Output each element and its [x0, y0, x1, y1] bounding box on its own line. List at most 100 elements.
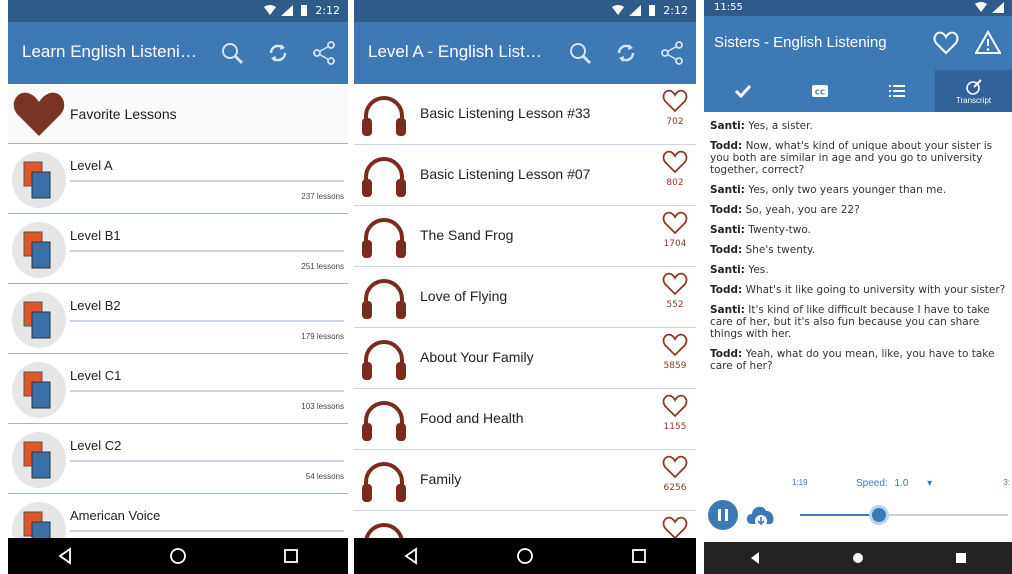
lesson-count: 179 lessons: [301, 332, 344, 341]
lesson-title: Basic Listening Lesson #33: [420, 105, 591, 121]
level-list: Favorite Lessons Level A 237 lessons Lev…: [8, 84, 348, 538]
sync-button[interactable]: [608, 36, 644, 70]
level-label: Level A: [70, 158, 113, 173]
level-item[interactable]: Level C1 103 lessons: [8, 354, 348, 424]
system-nav-bar: [704, 542, 1012, 574]
tab-transcript[interactable]: Transcript: [935, 70, 1012, 112]
pause-icon: [718, 509, 728, 521]
favorite-count: 6256: [663, 483, 687, 493]
books-icon: [12, 292, 66, 348]
level-item[interactable]: Level C2 54 lessons: [8, 424, 348, 494]
share-button[interactable]: [306, 36, 342, 70]
tab-captions[interactable]: CC: [781, 70, 858, 112]
tab-list[interactable]: [858, 70, 935, 112]
search-button[interactable]: [562, 36, 598, 70]
back-icon[interactable]: [402, 547, 420, 565]
lesson-item[interactable]: Family 6256: [354, 450, 696, 511]
transcript-line: Santi: Twenty-two.: [710, 224, 1006, 236]
favorite-count: 5859: [663, 361, 687, 371]
speaker-name: Santi:: [710, 264, 745, 276]
page-title: Sisters - English Listening: [714, 34, 887, 51]
level-item[interactable]: Level A 237 lessons: [8, 144, 348, 214]
transcript-line: Santi: Yes.: [710, 264, 1006, 276]
pause-button[interactable]: [708, 500, 738, 530]
speed-label: Speed:: [856, 478, 888, 489]
share-icon: [313, 41, 335, 65]
lesson-item[interactable]: About Your Family 5859: [354, 328, 696, 389]
sync-icon: [617, 44, 635, 62]
battery-icon: [301, 5, 308, 16]
seek-handle[interactable]: [869, 505, 890, 525]
speaker-name: Santi:: [710, 120, 745, 132]
home-icon[interactable]: [516, 547, 534, 565]
lesson-item[interactable]: Love of Flying 552: [354, 267, 696, 328]
favorite-toggle[interactable]: 802: [660, 149, 690, 188]
favorite-lessons-item[interactable]: Favorite Lessons: [8, 84, 348, 144]
recents-icon[interactable]: [282, 547, 300, 565]
app-bar: Level A - English List…: [354, 22, 696, 84]
speaker-name: Todd:: [710, 348, 743, 360]
lesson-count: 103 lessons: [301, 402, 344, 411]
favorite-toggle[interactable]: [660, 515, 690, 538]
heart-outline-icon: [662, 272, 688, 301]
headphones-icon: [358, 517, 410, 538]
level-item[interactable]: American Voice: [8, 494, 348, 538]
lesson-item[interactable]: Basic Listening Lesson #33 702: [354, 84, 696, 145]
favorite-toggle[interactable]: 1155: [660, 393, 690, 432]
lesson-item[interactable]: Food and Health 1155: [354, 389, 696, 450]
sync-button[interactable]: [260, 36, 296, 70]
dialogue-text: Yes, a sister.: [748, 120, 813, 132]
tab-check[interactable]: [704, 70, 781, 112]
dialogue-text: Yes, only two years younger than me.: [748, 184, 947, 196]
level-item[interactable]: Level B1 251 lessons: [8, 214, 348, 284]
dialogue-text: It's kind of like difficult because I ha…: [710, 304, 990, 340]
cloud-download-icon[interactable]: [744, 500, 778, 528]
level-label: Level B2: [70, 298, 121, 313]
heart-outline-icon: [933, 31, 959, 55]
favorite-toggle[interactable]: 552: [660, 271, 690, 310]
wifi-icon: [264, 5, 277, 15]
app-bar: Learn English Listeni…: [8, 22, 348, 84]
heart-outline-icon: [662, 150, 688, 179]
heart-outline-icon: [662, 516, 688, 538]
report-button[interactable]: [970, 26, 1006, 60]
dropdown-arrow-icon: ▾: [927, 478, 933, 489]
favorite-button[interactable]: [928, 26, 964, 60]
total-time: 3:: [1003, 478, 1010, 487]
lesson-item[interactable]: Basic Listening Lesson #07 802: [354, 145, 696, 206]
lesson-title: About Your Family: [420, 349, 534, 365]
favorite-toggle[interactable]: 1704: [660, 210, 690, 249]
back-icon[interactable]: [746, 549, 764, 567]
search-button[interactable]: [214, 36, 250, 70]
lesson-item[interactable]: The Sand Frog 1704: [354, 206, 696, 267]
home-icon[interactable]: [169, 547, 187, 565]
transcript-line: Santi: Yes, only two years younger than …: [710, 184, 1006, 196]
speaker-name: Santi:: [710, 304, 745, 316]
seek-bar[interactable]: [800, 505, 1008, 525]
transcript-line: Santi: It's kind of like difficult becau…: [710, 304, 1006, 340]
lesson-title: The Sand Frog: [420, 227, 514, 243]
heart-outline-icon: [662, 211, 688, 240]
lesson-item[interactable]: [354, 511, 696, 538]
level-item[interactable]: Level B2 179 lessons: [8, 284, 348, 354]
recents-icon[interactable]: [952, 549, 970, 567]
dialogue-text: Twenty-two.: [748, 224, 811, 236]
share-button[interactable]: [654, 36, 690, 70]
favorite-toggle[interactable]: 6256: [660, 454, 690, 493]
recents-icon[interactable]: [630, 547, 648, 565]
transcript-line: Todd: What's it like going to university…: [710, 284, 1006, 296]
lesson-title: Family: [420, 471, 462, 487]
home-icon[interactable]: [849, 549, 867, 567]
back-icon[interactable]: [56, 547, 74, 565]
page-title: Learn English Listeni…: [22, 42, 197, 61]
heart-outline-icon: [662, 89, 688, 118]
speed-selector[interactable]: Speed: 1.0 ▾: [856, 478, 932, 489]
favorite-toggle[interactable]: 5859: [660, 332, 690, 371]
favorite-toggle[interactable]: 702: [660, 88, 690, 127]
headphones-icon: [358, 90, 410, 140]
speaker-name: Todd:: [710, 204, 743, 216]
list-icon: [888, 85, 905, 97]
speaker-name: Todd:: [710, 140, 743, 152]
dialogue-text: Yeah, what do you mean, like, you have t…: [710, 348, 995, 372]
page-title: Level A - English List…: [368, 42, 542, 61]
